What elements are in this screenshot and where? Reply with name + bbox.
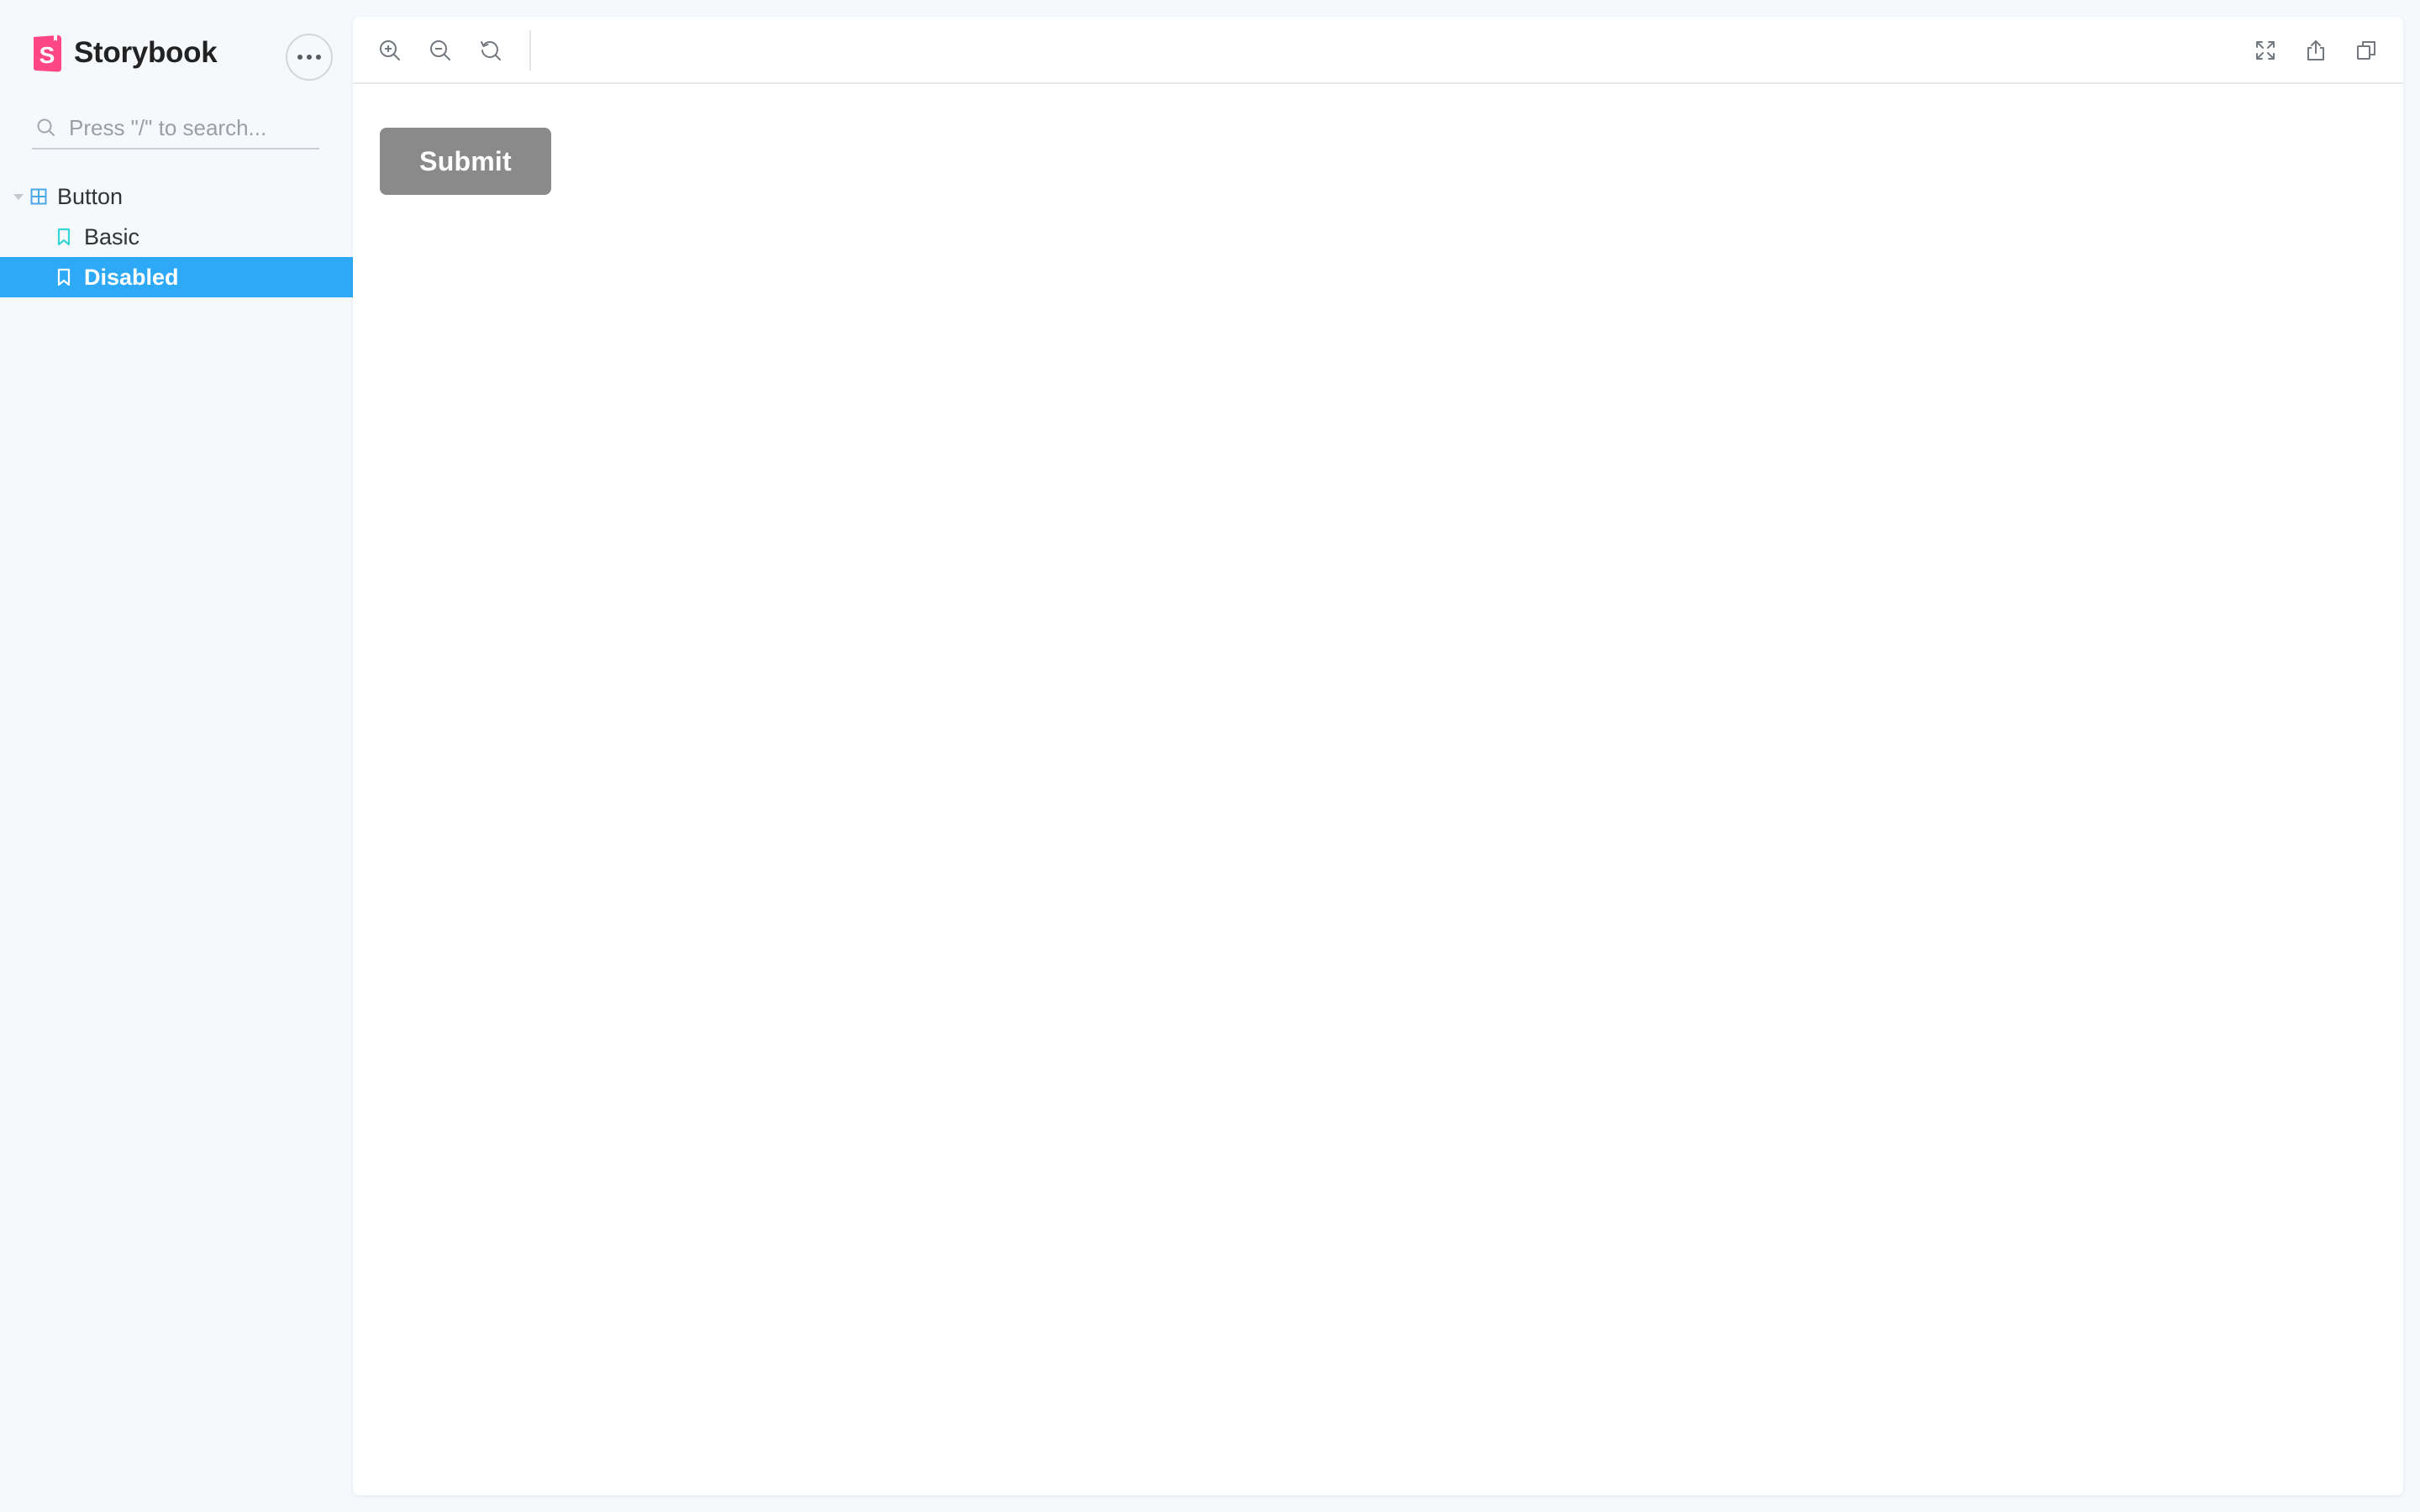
component-grid-icon — [30, 188, 47, 205]
sidebar: S Storybook Button Basic — [0, 0, 353, 1512]
share-icon — [2307, 40, 2324, 60]
fullscreen-icon — [2256, 41, 2275, 60]
brand[interactable]: S Storybook — [32, 32, 218, 74]
sidebar-item-label: Disabled — [84, 264, 179, 290]
sidebar-item-disabled[interactable]: Disabled — [0, 257, 353, 297]
ellipsis-icon — [296, 55, 324, 60]
submit-button[interactable]: Submit — [380, 128, 551, 195]
copy-icon — [2357, 41, 2375, 60]
story-canvas: Submit — [353, 86, 2403, 1495]
toolbar-divider — [529, 30, 531, 71]
sidebar-item-label: Button — [57, 183, 124, 209]
svg-text:S: S — [39, 42, 55, 68]
toolbar — [353, 17, 2403, 84]
zoom-in-button[interactable] — [373, 34, 407, 67]
search-input[interactable] — [69, 114, 313, 141]
zoom-out-button[interactable] — [424, 34, 457, 67]
reset-zoom-icon — [481, 41, 501, 60]
sidebar-item-label: Basic — [84, 223, 140, 249]
menu-button[interactable] — [286, 34, 333, 81]
sidebar-item-button[interactable]: Button — [0, 176, 353, 217]
zoom-in-icon — [380, 40, 400, 60]
chevron-down-icon[interactable] — [13, 193, 24, 200]
sidebar-item-basic[interactable]: Basic — [0, 217, 353, 257]
zoom-out-icon — [430, 40, 450, 60]
storybook-logo-icon: S — [34, 35, 61, 72]
search-box — [32, 108, 319, 150]
search-icon — [37, 118, 55, 136]
bookmark-icon — [57, 268, 71, 286]
brand-name: Storybook — [74, 36, 218, 69]
preview-panel: Submit — [353, 17, 2403, 1495]
share-button[interactable] — [2299, 34, 2333, 67]
copy-button[interactable] — [2349, 34, 2383, 67]
fullscreen-button[interactable] — [2249, 34, 2282, 67]
bookmark-icon — [57, 228, 71, 246]
story-tree: Button Basic Disabled — [0, 176, 353, 297]
reset-zoom-button[interactable] — [474, 34, 508, 67]
